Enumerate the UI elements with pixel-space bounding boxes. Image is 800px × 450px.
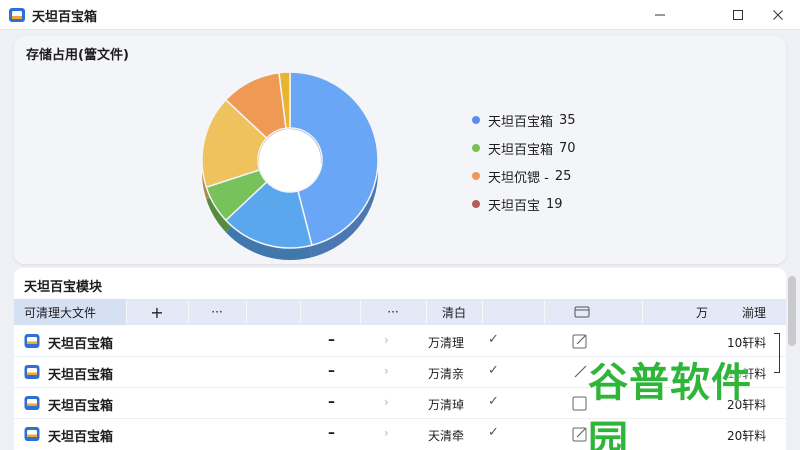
chevron-right-icon[interactable]: › <box>384 364 389 378</box>
toolbox-icon <box>24 365 40 379</box>
row-clean-status: 万清琸 <box>428 398 465 412</box>
card-icon[interactable] <box>562 299 602 325</box>
legend-item: 天坦伔锶 - 25 <box>472 162 576 190</box>
header-divider <box>246 301 247 323</box>
card-icon <box>574 306 590 318</box>
edit-icon[interactable] <box>572 333 588 349</box>
row-dash: – <box>328 394 335 410</box>
chevron-right-icon[interactable]: › <box>384 333 389 347</box>
legend-dot <box>472 200 480 208</box>
window-title: 天坦百宝箱 <box>32 10 98 25</box>
watermark: 谷普软件园 <box>588 360 788 450</box>
check-icon: ✓ <box>488 363 499 378</box>
legend-value: 35 <box>559 112 576 128</box>
row-dash: – <box>328 332 335 348</box>
check-icon: ✓ <box>488 394 499 409</box>
header-divider <box>544 301 545 323</box>
chevron-right-icon[interactable]: › <box>384 395 389 409</box>
modules-title: 天坦百宝模块 <box>24 280 103 295</box>
check-icon: ✓ <box>488 425 499 440</box>
chevron-right-icon[interactable]: › <box>384 426 389 440</box>
row-dash: – <box>328 363 335 379</box>
edit-icon[interactable] <box>572 364 588 380</box>
legend-dot <box>472 144 480 152</box>
more-button[interactable]: ··· <box>188 299 246 325</box>
header-divider <box>300 301 301 323</box>
legend-label: 天坦百宝箱 <box>488 114 554 130</box>
chart-legend: 天坦百宝箱 35 天坦百宝箱 70 天坦伔锶 - 25 天坦百宝 19 <box>472 106 576 218</box>
toolbox-icon <box>24 427 40 441</box>
legend-dot <box>472 172 480 180</box>
app-icon <box>9 8 25 22</box>
minimize-icon <box>655 14 665 16</box>
edit-icon[interactable] <box>572 395 588 411</box>
donut-hole <box>259 129 321 191</box>
legend-label: 天坦百宝 <box>488 198 541 214</box>
close-icon <box>773 10 783 20</box>
add-button[interactable]: + <box>126 299 188 325</box>
more-button[interactable]: ··· <box>360 299 426 325</box>
storage-panel: 存储占用(簹文件) 天坦百宝箱 35 天坦百宝箱 70 天坦伔锶 - 25 天坦… <box>14 36 786 264</box>
legend-value: 70 <box>559 140 576 156</box>
row-clean-status: 万清亲 <box>428 367 465 381</box>
storage-donut-chart <box>201 71 379 260</box>
maximize-button[interactable] <box>718 0 758 30</box>
row-size: 10轩料 <box>727 336 767 350</box>
minimize-button[interactable] <box>640 0 680 30</box>
legend-item: 天坦百宝 19 <box>472 190 576 218</box>
header-divider <box>482 301 483 323</box>
row-dash: – <box>328 425 335 441</box>
watermark-text: 谷普软件园 <box>588 360 752 450</box>
toolbox-icon <box>24 334 40 348</box>
row-clean-status: 天清牵 <box>428 429 465 443</box>
header-column[interactable]: 湔理 <box>726 299 782 325</box>
table-header: 可清理大文件 + ··· ··· 清白 万 湔理 <box>14 299 786 325</box>
legend-value: 25 <box>554 168 572 184</box>
close-button[interactable] <box>758 0 798 30</box>
row-name: 天坦百宝箱 <box>48 337 114 352</box>
legend-label: 天坦伔锶 - <box>488 170 549 186</box>
header-large-files[interactable]: 可清理大文件 <box>14 299 126 325</box>
toolbox-icon <box>24 396 40 410</box>
title-bar: 天坦百宝箱 <box>0 0 800 30</box>
row-name: 天坦百宝箱 <box>48 399 114 414</box>
row-name: 天坦百宝箱 <box>48 368 114 383</box>
maximize-icon <box>733 10 743 20</box>
legend-value: 19 <box>546 196 563 212</box>
header-clean[interactable]: 清白 <box>426 299 482 325</box>
legend-dot <box>472 116 480 124</box>
header-divider <box>642 301 643 323</box>
legend-label: 天坦百宝箱 <box>488 142 554 158</box>
legend-item: 天坦百宝箱 70 <box>472 134 576 162</box>
row-name: 天坦百宝箱 <box>48 430 114 445</box>
header-column[interactable]: 万 <box>686 299 718 325</box>
check-icon: ✓ <box>488 332 499 347</box>
scrollbar-thumb[interactable] <box>788 276 796 346</box>
row-clean-status: 万清理 <box>428 336 465 350</box>
edit-icon[interactable] <box>572 426 588 442</box>
legend-item: 天坦百宝箱 35 <box>472 106 576 134</box>
